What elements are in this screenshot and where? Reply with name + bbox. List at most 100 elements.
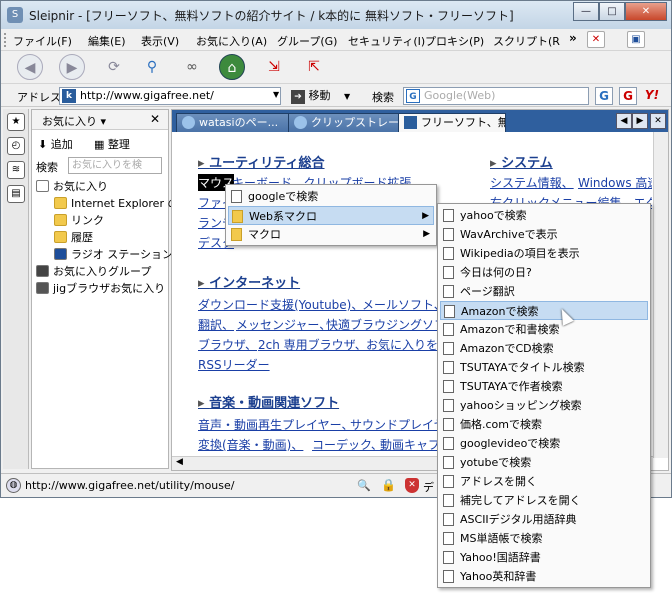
panel-close-icon[interactable]: ✕	[150, 112, 160, 126]
menu-proxy[interactable]: プロキシ(P)	[425, 33, 484, 49]
link-convert[interactable]: 変換(音楽・動画)、	[198, 436, 303, 453]
favorites-folder-ie[interactable]: Internet Explorer の	[54, 195, 190, 212]
submenu-item[interactable]: 今日は何の日?	[440, 263, 648, 282]
favorites-item-radio[interactable]: ラジオ ステーション ガ	[54, 246, 190, 263]
submenu-item[interactable]: ASCIIデジタル用語辞典	[440, 510, 648, 529]
link-codec[interactable]: コーデック、	[312, 436, 383, 453]
jig-favorites[interactable]: jigブラウザお気に入り	[36, 280, 172, 297]
close-button[interactable]: ✕	[625, 2, 667, 21]
submenu-item[interactable]: TSUTAYAで作者検索	[440, 377, 648, 396]
link-favorites-tools[interactable]: お気に入りを	[366, 336, 438, 353]
section-utility[interactable]: ユーティリティ総合	[198, 152, 324, 171]
minimize-button[interactable]: —	[573, 2, 599, 21]
submenu-item[interactable]: MS単語帳で検索	[440, 529, 648, 548]
menu-google-search[interactable]: googleで検索	[228, 187, 434, 206]
link-player[interactable]: 音声・動画再生プレイヤー、	[198, 416, 354, 433]
yahoo-icon[interactable]: Y!	[643, 87, 661, 105]
submenu-item[interactable]: TSUTAYAでタイトル検索	[440, 358, 648, 377]
menu-close-tab-icon[interactable]: ✕	[587, 31, 605, 48]
submenu-item[interactable]: 補完してアドレスを開く	[440, 491, 648, 510]
favorites-folder-links[interactable]: リンク	[54, 212, 190, 229]
menu-file[interactable]: ファイル(F)	[13, 33, 72, 49]
menubar-grip[interactable]	[4, 33, 7, 47]
submenu-item[interactable]: アドレスを開く	[440, 472, 648, 491]
menu-favorites[interactable]: お気に入り(A)	[196, 33, 267, 49]
favorites-root[interactable]: お気に入り	[36, 178, 172, 195]
sleipnir-app-icon[interactable]: S	[7, 7, 23, 23]
section-media[interactable]: 音楽・動画関連ソフト	[198, 392, 339, 411]
go-dropdown-icon[interactable]: ▼	[344, 92, 350, 101]
security-key-icon[interactable]: 🔍	[357, 479, 371, 492]
menu-window-icon[interactable]: ▣	[627, 31, 645, 48]
tab-close-icon[interactable]: ✕	[650, 113, 666, 129]
link-system-info[interactable]: システム情報、	[490, 174, 574, 191]
favorites-groups[interactable]: お気に入りグループ	[36, 263, 172, 280]
section-internet[interactable]: インターネット	[198, 272, 300, 291]
address-dropdown-icon[interactable]: ▼	[273, 90, 279, 99]
link-rss[interactable]: RSSリーダー	[198, 356, 270, 373]
submenu-item[interactable]: WavArchiveで表示	[440, 225, 648, 244]
link-capture[interactable]: 動画キャプ	[380, 436, 440, 453]
forward-icon[interactable]: ▶	[59, 54, 85, 80]
submenu-item[interactable]: ページ翻訳	[440, 282, 648, 301]
tab-scroll-right-icon[interactable]: ▶	[632, 113, 648, 129]
section-system[interactable]: システム	[490, 152, 553, 171]
link-sound-player[interactable]: サウンドプレイヤ	[350, 416, 446, 433]
favorites-dropdown[interactable]: お気に入り ▾	[42, 113, 106, 129]
search-magnifier-icon[interactable]: ⚲	[139, 54, 165, 80]
google-icon[interactable]: G	[595, 87, 613, 105]
link-download[interactable]: ダウンロード支援(Youtube)、	[198, 296, 363, 313]
home-icon[interactable]: ⌂	[219, 54, 245, 80]
menu-web-macros[interactable]: Web系マクロ ▶	[228, 206, 434, 225]
tab-clipstore[interactable]: クリップストレー...	[288, 113, 400, 132]
go-button[interactable]: ➔ 移動 ▼	[291, 88, 350, 104]
shield-icon[interactable]: ✕	[405, 478, 419, 493]
link-messenger[interactable]: メッセンジャー、	[236, 316, 331, 333]
menu-macros[interactable]: マクロ ▶	[228, 225, 434, 244]
add-favorite-button[interactable]: ⬇ 追加	[38, 136, 73, 152]
submenu-item[interactable]: yotubeで検索	[440, 453, 648, 472]
menu-script[interactable]: スクリプト(R	[493, 33, 560, 49]
lock-icon[interactable]: 🔒	[381, 478, 396, 492]
favorites-folder-history[interactable]: 履歴	[54, 229, 190, 246]
link-browsing[interactable]: 快適ブラウジングソフ	[326, 316, 446, 333]
binoculars-icon[interactable]: ∞	[179, 54, 205, 80]
favorites-search-input[interactable]: お気に入りを検	[68, 157, 162, 174]
submenu-item[interactable]: Amazonで検索	[440, 301, 648, 320]
close-tab-left-icon[interactable]: ⇲	[261, 54, 287, 80]
web-search-input[interactable]: G Google(Web)	[403, 87, 589, 105]
submenu-item[interactable]: Amazonで和書検索	[440, 320, 648, 339]
menu-view[interactable]: 表示(V)	[141, 33, 179, 49]
menu-overflow-chevron[interactable]: »	[569, 31, 577, 45]
link-mail[interactable]: メールソフト、	[362, 296, 446, 313]
vertical-scrollbar[interactable]	[653, 132, 668, 458]
menu-edit[interactable]: 編集(E)	[88, 33, 126, 49]
menu-group[interactable]: グループ(G)	[277, 33, 337, 49]
tab-freesoft[interactable]: フリーソフト、無...	[398, 113, 506, 132]
organize-favorites-button[interactable]: ▦ 整理	[94, 136, 130, 152]
submenu-item[interactable]: AmazonでCD検索	[440, 339, 648, 358]
menu-security[interactable]: セキュリティ(I)	[348, 33, 425, 49]
tab-scroll-left-icon[interactable]: ◀	[616, 113, 632, 129]
scroll-left-arrow-icon[interactable]: ◀	[176, 457, 183, 467]
close-tab-right-icon[interactable]: ⇱	[301, 54, 327, 80]
submenu-item[interactable]: 価格.comで検索	[440, 415, 648, 434]
submenu-item[interactable]: yahooで検索	[440, 206, 648, 225]
submenu-item[interactable]: googlevideoで検索	[440, 434, 648, 453]
sidebar-clip-tab[interactable]: ▤	[7, 185, 25, 203]
reload-icon[interactable]: ⟳	[101, 54, 127, 80]
link-2ch-browser[interactable]: 2ch 専用ブラウザ、	[258, 336, 367, 353]
sidebar-rss-tab[interactable]: ≋	[7, 161, 25, 179]
back-icon[interactable]: ◀	[17, 54, 43, 80]
link-translate[interactable]: 翻訳、	[198, 316, 234, 333]
sidebar-history-tab[interactable]: ◴	[7, 137, 25, 155]
link-windows-speed[interactable]: Windows 高速	[578, 174, 652, 191]
tab-watasi[interactable]: watasiのペー...	[176, 113, 292, 132]
maximize-button[interactable]: □	[599, 2, 625, 21]
google-red-icon[interactable]: G	[619, 87, 637, 105]
address-input[interactable]: k http://www.gigafree.net/	[59, 87, 281, 105]
submenu-item[interactable]: Yahoo英和辞書	[440, 567, 648, 586]
submenu-item[interactable]: Wikipediaの項目を表示	[440, 244, 648, 263]
link-browser[interactable]: ブラウザ、	[198, 336, 257, 353]
submenu-item[interactable]: yahooショッピング検索	[440, 396, 648, 415]
